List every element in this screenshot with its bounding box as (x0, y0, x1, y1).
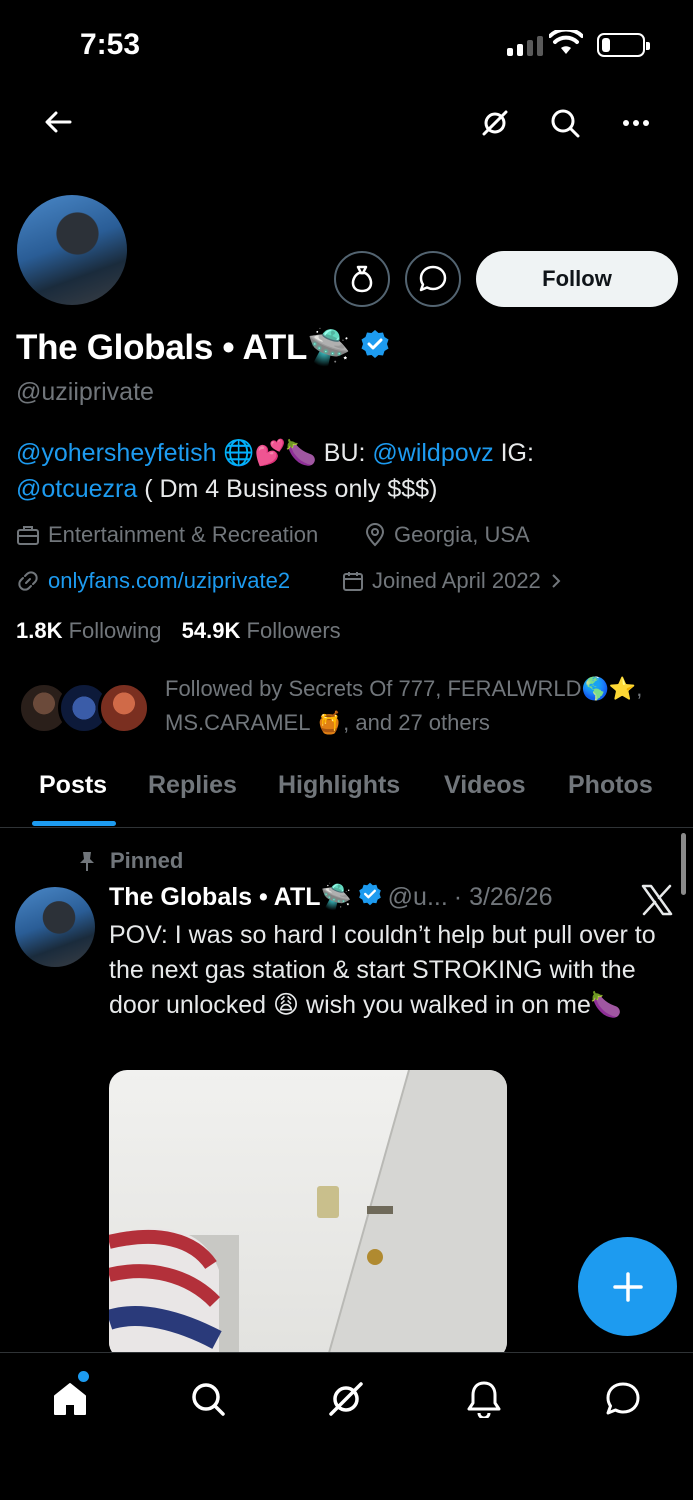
following-count: 1.8K (16, 618, 63, 643)
profile-display-name: The Globals • ATL🛸 (16, 327, 390, 368)
search-icon[interactable] (544, 102, 586, 144)
profile-bio: @yohersheyfetish 🌐💕🍆 BU: @wildpovz IG: @… (16, 435, 676, 507)
back-arrow-icon[interactable] (36, 102, 80, 142)
bio-mention-link[interactable]: @yohersheyfetish (16, 439, 216, 467)
post-media-image[interactable] (109, 1070, 507, 1360)
wifi-icon (548, 27, 584, 61)
following-label: Following (68, 618, 162, 643)
tab-videos[interactable]: Videos (444, 771, 526, 800)
scrollbar[interactable] (681, 833, 686, 895)
tab-posts[interactable]: Posts (39, 771, 107, 800)
message-button[interactable] (405, 251, 461, 307)
tabs-divider (0, 827, 693, 828)
compose-post-button[interactable] (578, 1237, 677, 1336)
tab-replies[interactable]: Replies (148, 771, 237, 800)
bio-mention-link[interactable]: @wildpovz (372, 439, 493, 467)
follow-button[interactable]: Follow (476, 251, 678, 307)
display-name-text: The Globals • ATL🛸 (16, 328, 351, 367)
bio-bu-label: BU: (323, 439, 373, 467)
status-time: 7:53 (80, 28, 141, 61)
post-author-handle[interactable]: @u... (388, 883, 448, 912)
post-header: The Globals • ATL🛸 @u... · 3/26/26 (109, 882, 552, 913)
followers-label: Followers (246, 618, 341, 643)
followed-by-line: Followed by Secrets Of 777, FERALWRLD🌎⭐, (165, 676, 643, 701)
pin-icon (80, 852, 94, 871)
bio-ig-label: IG: (493, 439, 534, 467)
more-options-icon[interactable] (614, 102, 658, 144)
follow-counts: 1.8K Following 54.9K Followers (16, 618, 341, 644)
notifications-bell-icon[interactable] (458, 1373, 510, 1425)
profile-tabs: Posts Replies Highlights Videos Photos (0, 755, 693, 827)
pinned-text: Pinned (110, 848, 184, 873)
location-pin-icon (365, 523, 385, 547)
tab-highlights[interactable]: Highlights (278, 771, 400, 800)
active-tab-indicator (32, 821, 116, 826)
follower-avatar[interactable] (98, 682, 150, 734)
cellular-signal-icon (507, 34, 543, 56)
message-bubble-icon (419, 265, 447, 292)
post-text: POV: I was so hard I couldn’t help but p… (109, 921, 656, 1019)
bio-emojis: 🌐💕🍆 (216, 439, 324, 467)
post-author-name[interactable]: The Globals • ATL🛸 (109, 883, 352, 912)
profile-handle: @uziiprivate (16, 378, 154, 406)
bottom-navigation (0, 1352, 693, 1500)
followers-count-link[interactable]: 54.9K Followers (182, 618, 341, 643)
joined-text: Joined April 2022 (372, 568, 541, 593)
profile-avatar[interactable] (15, 193, 129, 307)
home-icon[interactable] (44, 1371, 96, 1425)
profile-location: Georgia, USA (364, 522, 530, 548)
search-icon[interactable] (182, 1373, 234, 1425)
pinned-label: Pinned (78, 848, 183, 874)
x-logo-icon[interactable] (640, 884, 674, 921)
calendar-icon (343, 572, 363, 591)
category-text: Entertainment & Recreation (48, 522, 319, 547)
website-link[interactable]: onlyfans.com/uziprivate2 (48, 568, 290, 594)
post-date: · 3/26/26 (453, 883, 553, 911)
post-author-avatar[interactable] (15, 887, 95, 967)
money-bag-icon (351, 265, 373, 293)
followers-count: 54.9K (181, 618, 241, 643)
briefcase-icon (17, 526, 39, 545)
messages-icon[interactable] (597, 1373, 649, 1425)
location-text: Georgia, USA (394, 522, 530, 547)
followed-by-line: MS.CARAMEL 🍯, and 27 others (165, 710, 490, 735)
grok-icon[interactable] (320, 1373, 372, 1425)
verified-badge-icon (358, 882, 382, 913)
notification-dot (78, 1371, 89, 1382)
profile-category: Entertainment & Recreation (16, 522, 318, 548)
following-count-link[interactable]: 1.8K Following (16, 618, 162, 643)
grok-icon[interactable] (474, 102, 516, 144)
bio-mention-link[interactable]: @otcuezra (16, 475, 137, 503)
link-icon (18, 571, 38, 591)
tab-photos[interactable]: Photos (568, 771, 653, 800)
bio-tail: ( Dm 4 Business only $$$) (137, 475, 438, 503)
followed-by-text[interactable]: Followed by Secrets Of 777, FERALWRLD🌎⭐,… (165, 672, 675, 740)
chevron-right-icon (552, 574, 561, 588)
profile-joined[interactable]: Joined April 2022 (342, 568, 563, 594)
verified-badge-icon (360, 328, 390, 368)
profile-website[interactable]: onlyfans.com/uziprivate2 (16, 568, 290, 594)
plus-icon (612, 1271, 643, 1302)
tip-jar-button[interactable] (334, 251, 390, 307)
battery-icon (597, 33, 650, 57)
